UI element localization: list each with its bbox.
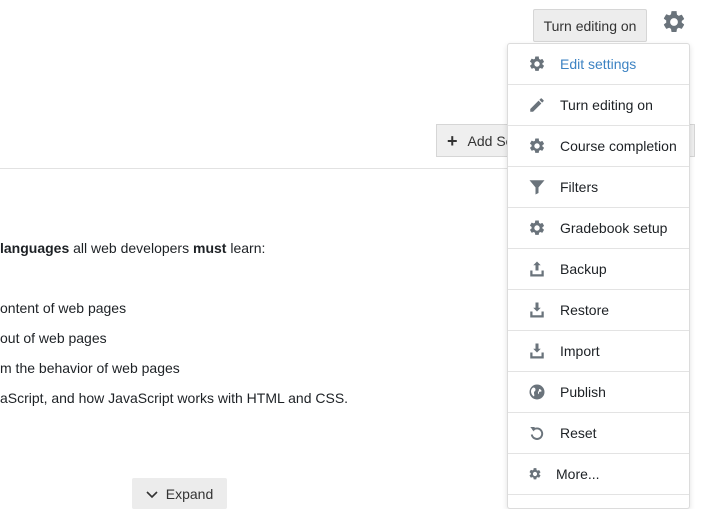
menu-item-label: Import bbox=[560, 343, 600, 359]
globe-icon bbox=[528, 383, 546, 401]
menu-item-label: Backup bbox=[560, 261, 607, 277]
upload-icon bbox=[528, 260, 546, 278]
text: learn: bbox=[226, 240, 266, 256]
menu-item-edit-settings[interactable]: Edit settings bbox=[508, 44, 689, 85]
turn-editing-on-button[interactable]: Turn editing on bbox=[533, 9, 647, 42]
chevron-down-icon bbox=[146, 486, 166, 502]
menu-item-turn-editing-on[interactable]: Turn editing on bbox=[508, 85, 689, 126]
gear-icon bbox=[528, 219, 546, 237]
bold-text: languages bbox=[0, 240, 70, 256]
menu-item-import[interactable]: Import bbox=[508, 331, 689, 372]
menu-item-label: Publish bbox=[560, 384, 606, 400]
filter-icon bbox=[528, 178, 546, 196]
menu-item-backup[interactable]: Backup bbox=[508, 249, 689, 290]
pencil-icon bbox=[528, 96, 546, 114]
gear-icon bbox=[528, 465, 542, 483]
menu-item-filters[interactable]: Filters bbox=[508, 167, 689, 208]
content-line: languages all web developers must learn: bbox=[0, 240, 265, 256]
content-line: aScript, and how JavaScript works with H… bbox=[0, 390, 348, 406]
menu-item-label: Course completion bbox=[560, 138, 677, 154]
expand-label: Expand bbox=[165, 485, 214, 502]
menu-item-label: Edit settings bbox=[560, 56, 637, 72]
menu-item-publish[interactable]: Publish bbox=[508, 372, 689, 413]
menu-item-label: Gradebook setup bbox=[560, 220, 668, 236]
download-icon bbox=[528, 301, 546, 319]
menu-item-label: Restore bbox=[560, 302, 610, 318]
menu-item-label: More... bbox=[556, 466, 600, 482]
menu-item-more[interactable]: More... bbox=[508, 454, 689, 495]
text: ontent of web pages bbox=[0, 300, 127, 316]
text: all web developers bbox=[69, 240, 193, 256]
menu-item-reset[interactable]: Reset bbox=[508, 413, 689, 454]
download-icon bbox=[528, 342, 546, 360]
bold-text: must bbox=[193, 240, 227, 256]
content-line: ontent of web pages bbox=[0, 300, 126, 316]
menu-item-label: Turn editing on bbox=[560, 97, 653, 113]
menu-item-gradebook-setup[interactable]: Gradebook setup bbox=[508, 208, 689, 249]
gear-icon bbox=[661, 9, 687, 40]
section-divider bbox=[0, 168, 510, 169]
content-line: out of web pages bbox=[0, 330, 107, 346]
reset-icon bbox=[528, 424, 546, 442]
expand-button[interactable]: Expand bbox=[132, 478, 227, 509]
course-actions-menu-toggle[interactable] bbox=[660, 10, 688, 38]
content-line: m the behavior of web pages bbox=[0, 360, 180, 376]
plus-icon: + bbox=[447, 130, 458, 151]
text: m the behavior of web pages bbox=[0, 360, 180, 376]
course-actions-menu: Edit settings Turn editing on Course compl… bbox=[507, 43, 690, 509]
gear-icon bbox=[528, 55, 546, 73]
menu-item-label: Reset bbox=[560, 425, 597, 441]
menu-item-restore[interactable]: Restore bbox=[508, 290, 689, 331]
menu-item-course-completion[interactable]: Course completion bbox=[508, 126, 689, 167]
gear-icon bbox=[528, 137, 546, 155]
text: out of web pages bbox=[0, 330, 107, 346]
menu-item-label: Filters bbox=[560, 179, 599, 195]
text: aScript, and how JavaScript works with H… bbox=[0, 390, 349, 406]
